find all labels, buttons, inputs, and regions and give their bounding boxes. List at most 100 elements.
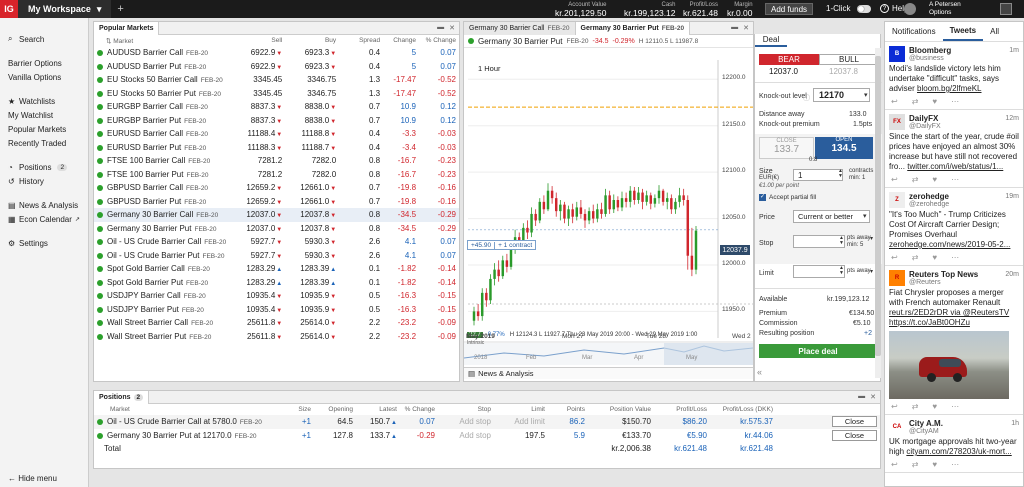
dropdown-icon[interactable]: ▾ <box>870 235 873 242</box>
sell-cell[interactable]: 8837.3▼ <box>229 114 285 128</box>
sell-cell[interactable]: 5927.7▼ <box>229 249 285 263</box>
place-deal-button[interactable]: Place deal <box>759 344 877 358</box>
market-row[interactable]: GBPUSD Barrier Put FEB-20 12659.2▼ 12661.… <box>94 195 459 209</box>
nav-history[interactable]: ↺ History <box>0 174 88 188</box>
buy-cell[interactable]: 12037.8▼ <box>285 208 340 222</box>
sell-cell[interactable]: 3345.45 <box>229 87 285 101</box>
buy-cell[interactable]: 10935.9▼ <box>285 289 339 303</box>
market-name-cell[interactable]: USDJPY Barrier Put FEB-20 <box>94 303 229 317</box>
bull-button[interactable]: BULL <box>819 54 879 65</box>
stop-input[interactable] <box>793 235 845 248</box>
reply-icon[interactable]: ↩ <box>891 97 898 106</box>
ig-logo[interactable]: IG <box>0 0 18 18</box>
col-header[interactable]: Profit/Loss <box>654 404 710 415</box>
reply-icon[interactable]: ↩ <box>891 253 898 262</box>
market-name-cell[interactable]: FTSE 100 Barrier Call FEB-20 <box>94 154 229 168</box>
close-position-button[interactable]: Close <box>831 429 877 441</box>
market-name-cell[interactable]: Germany 30 Barrier Call FEB-20 <box>94 208 230 222</box>
buy-cell[interactable]: 7282.0 <box>285 154 339 168</box>
tab-notifications[interactable]: Notifications <box>885 22 943 41</box>
market-row[interactable]: EURGBP Barrier Put FEB-20 8837.3▼ 8838.0▼… <box>94 114 459 128</box>
tweet-author[interactable]: zerohedge <box>909 192 949 201</box>
workspace-tab[interactable]: My Workspace ▾ <box>18 0 112 18</box>
col-sell[interactable]: Sell <box>229 35 285 46</box>
close-price-box[interactable]: CLOSE 133.7 <box>759 137 814 159</box>
market-name-cell[interactable]: Wall Street Barrier Put FEB-20 <box>94 330 229 344</box>
position-row[interactable]: Oil - US Crude Barrier Call at 5780.0 FEB… <box>94 415 880 429</box>
sell-cell[interactable]: 11188.3▼ <box>229 141 285 155</box>
nav-news[interactable]: ▤ News & Analysis <box>0 198 88 212</box>
buy-cell[interactable]: 7282.0 <box>285 168 339 182</box>
market-row[interactable]: Wall Street Barrier Call FEB-20 25611.8▼ … <box>94 316 459 330</box>
market-row[interactable]: GBPUSD Barrier Call FEB-20 12659.2▼ 12661… <box>94 181 459 195</box>
more-icon[interactable]: ⋯ <box>951 460 959 469</box>
tweet[interactable]: CA City A.M. @CityAM 1h UK mortgage appro… <box>885 415 1023 473</box>
nav-search[interactable]: ⌕ Search <box>0 32 88 46</box>
col-header[interactable]: Opening <box>314 404 356 415</box>
market-row[interactable]: Spot Gold Barrier Call FEB-20 1283.29▲ 12… <box>94 262 459 276</box>
position-row[interactable]: Germany 30 Barrier Put at 12170.0 FEB-20 … <box>94 429 880 443</box>
sell-cell[interactable]: 25611.8▼ <box>229 316 285 330</box>
retweet-icon[interactable]: ⇄ <box>912 175 919 184</box>
buy-cell[interactable]: 12661.0▼ <box>285 181 339 195</box>
col-buy[interactable]: Buy <box>285 35 339 46</box>
sell-cell[interactable]: 12037.0▼ <box>229 222 285 236</box>
tab-popular-markets[interactable]: Popular Markets <box>94 21 160 35</box>
col-change[interactable]: Change <box>383 35 419 46</box>
market-name-cell[interactable]: Oil - US Crude Barrier Call FEB-20 <box>94 235 229 249</box>
col-spread[interactable]: Spread <box>339 35 383 46</box>
tweet-author[interactable]: Reuters Top News <box>909 270 978 279</box>
sell-cell[interactable]: 11188.4▼ <box>229 127 285 141</box>
tab-chart-call[interactable]: Germany 30 Barrier Call FEB-20 <box>464 21 576 35</box>
retweet-icon[interactable]: ⇄ <box>912 460 919 469</box>
ko-level-select[interactable]: 12170 <box>813 88 870 102</box>
nav-my-watchlist[interactable]: My Watchlist <box>0 108 88 122</box>
sell-cell[interactable]: 5927.7▼ <box>229 235 285 249</box>
deal-scrollbar[interactable] <box>875 48 881 378</box>
close-icon[interactable]: ✕ <box>449 24 455 32</box>
market-name-cell[interactable]: Spot Gold Barrier Call FEB-20 <box>94 262 229 276</box>
tweet-link[interactable]: twitter.com/i/web/status/1... <box>907 162 1003 171</box>
tweet-author[interactable]: DailyFX <box>909 114 941 123</box>
sell-cell[interactable]: 12659.2▼ <box>229 181 285 195</box>
nav-watchlists[interactable]: ★ Watchlists <box>0 94 88 108</box>
stop-stepper[interactable]: ▲ ▼ <box>839 236 844 246</box>
buy-cell[interactable]: 12037.8▼ <box>285 222 339 236</box>
sell-cell[interactable]: 12659.2▼ <box>229 195 285 209</box>
minimize-icon[interactable]: ▬ <box>437 24 444 32</box>
collapse-icon[interactable]: « <box>757 367 762 377</box>
retweet-icon[interactable]: ⇄ <box>912 402 919 411</box>
buy-cell[interactable]: 8838.0▼ <box>285 100 339 114</box>
bear-button[interactable]: BEAR <box>759 54 819 65</box>
market-name-cell[interactable]: AUDUSD Barrier Put FEB-20 <box>94 60 229 74</box>
size-input[interactable]: 1 <box>793 169 843 181</box>
add-workspace-button[interactable]: + <box>117 3 131 15</box>
position-limit[interactable]: Add limit <box>494 415 548 429</box>
tweet-link[interactable]: cityam.com/278203/uk-mort... <box>906 447 1011 456</box>
minimize-icon[interactable]: ▬ <box>731 24 738 32</box>
col-header[interactable]: Position Value <box>588 404 654 415</box>
retweet-icon[interactable]: ⇄ <box>912 253 919 262</box>
deal-tab[interactable]: Deal <box>755 34 787 47</box>
add-stop-button[interactable]: Add stop <box>438 415 494 429</box>
market-row[interactable]: AUDUSD Barrier Put FEB-20 6922.9▼ 6923.3▼… <box>94 60 459 74</box>
market-name-cell[interactable]: EURGBP Barrier Put FEB-20 <box>94 114 229 128</box>
sell-cell[interactable]: 7281.2 <box>229 154 285 168</box>
buy-cell[interactable]: 10935.9▼ <box>285 303 339 317</box>
news-tab[interactable]: ▤ News & Analysis <box>464 367 753 379</box>
close-icon[interactable]: ✕ <box>870 393 876 401</box>
position-market[interactable]: Germany 30 Barrier Put at 12170.0 FEB-20 <box>94 429 284 443</box>
market-row[interactable]: Oil - US Crude Barrier Call FEB-20 5927.7… <box>94 235 459 249</box>
position-tag[interactable]: +45.90 + 1 contract <box>467 240 537 250</box>
market-name-cell[interactable]: EURUSD Barrier Call FEB-20 <box>94 127 229 141</box>
col-header[interactable]: Points <box>548 404 588 415</box>
like-icon[interactable]: ♥ <box>932 460 937 469</box>
dropdown-icon[interactable]: ▾ <box>870 268 873 275</box>
market-name-cell[interactable]: Germany 30 Barrier Put FEB-20 <box>94 222 229 236</box>
like-icon[interactable]: ♥ <box>932 402 937 411</box>
tab-tweets[interactable]: Tweets <box>942 22 984 41</box>
market-name-cell[interactable]: EU Stocks 50 Barrier Put FEB-20 <box>94 87 229 101</box>
buy-cell[interactable]: 6923.3▼ <box>285 60 339 74</box>
reply-icon[interactable]: ↩ <box>891 175 898 184</box>
tweet-author[interactable]: City A.M. <box>909 419 943 428</box>
